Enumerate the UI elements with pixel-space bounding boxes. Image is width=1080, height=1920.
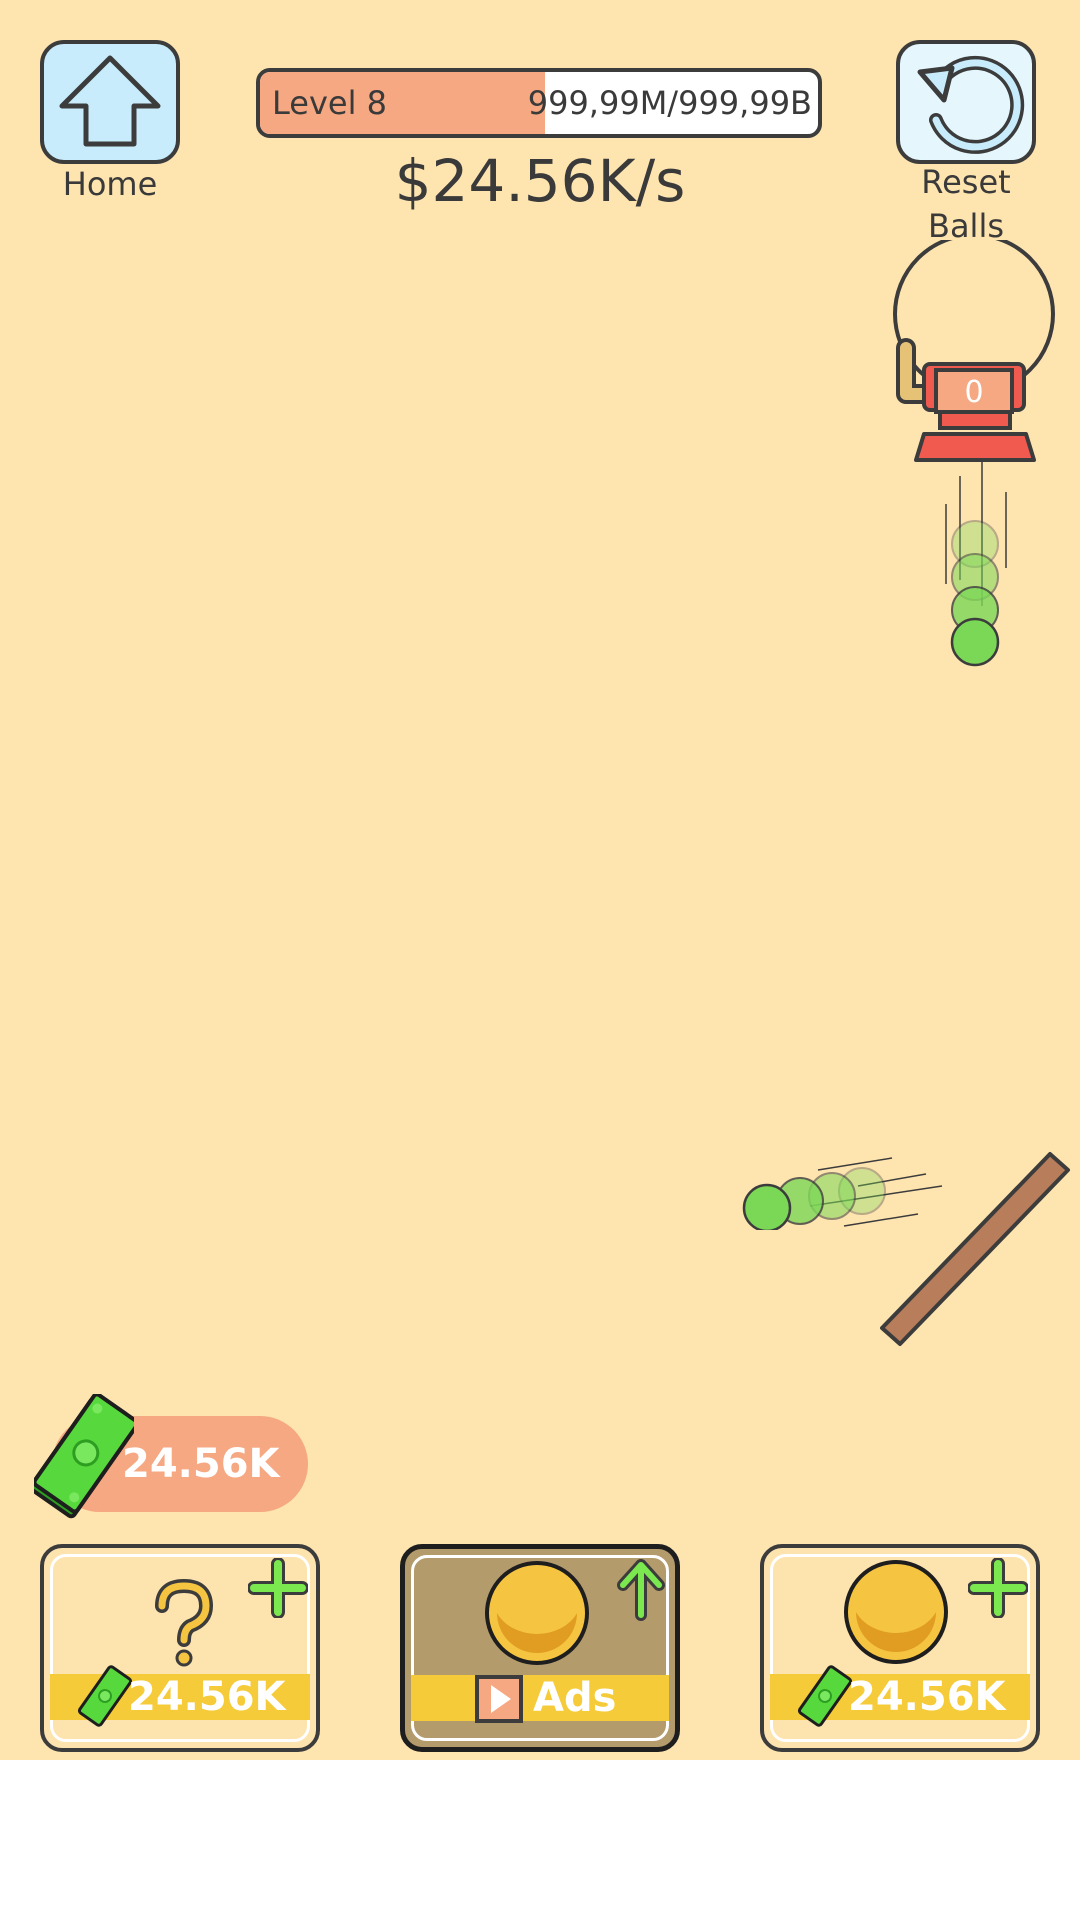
home-label: Home	[62, 165, 158, 203]
gold-ball-icon	[485, 1561, 589, 1665]
ads-label: Ads	[533, 1675, 617, 1721]
plus-icon	[248, 1558, 308, 1618]
dispenser-counter: 0	[964, 375, 983, 410]
green-ball	[742, 1183, 792, 1230]
dispenser-base	[914, 432, 1036, 462]
green-ball	[950, 617, 1000, 667]
up-arrow-icon	[617, 1559, 665, 1621]
cash-stack-icon	[34, 1394, 134, 1519]
reset-balls-label: Reset Balls	[921, 163, 1011, 245]
ball-dispenser[interactable]: 0	[876, 240, 1076, 480]
falling-balls	[945, 460, 1007, 667]
reset-balls-button[interactable]	[896, 40, 1036, 164]
game-stage[interactable]: Home Level 8 999,99M/999,99B $24.56K/s R…	[0, 0, 1080, 1760]
level-progress-bar: Level 8 999,99M/999,99B	[256, 68, 822, 138]
home-arrow-icon	[59, 55, 161, 147]
wooden-plank[interactable]	[870, 1146, 1074, 1352]
plus-icon	[968, 1558, 1028, 1618]
reset-icon	[917, 55, 1025, 154]
cash-icon	[78, 1665, 132, 1727]
play-video-icon	[475, 1675, 523, 1723]
level-progress-text: 999,99M/999,99B	[527, 84, 812, 122]
price-label: 24.56K	[848, 1674, 1006, 1720]
upgrade-ball-ads-card[interactable]: Ads	[400, 1544, 680, 1752]
money-value: 24.56K	[122, 1441, 280, 1487]
home-button[interactable]	[40, 40, 180, 164]
buy-mystery-ball-card[interactable]: 24.56K	[40, 1544, 320, 1752]
question-mark-icon	[155, 1578, 214, 1667]
add-ball-card[interactable]: 24.56K	[760, 1544, 1040, 1752]
cash-icon	[798, 1665, 852, 1727]
income-rate: $24.56K/s	[394, 147, 686, 215]
gold-ball-icon	[844, 1560, 948, 1664]
price-label: 24.56K	[128, 1674, 286, 1720]
level-label: Level 8	[272, 84, 387, 122]
